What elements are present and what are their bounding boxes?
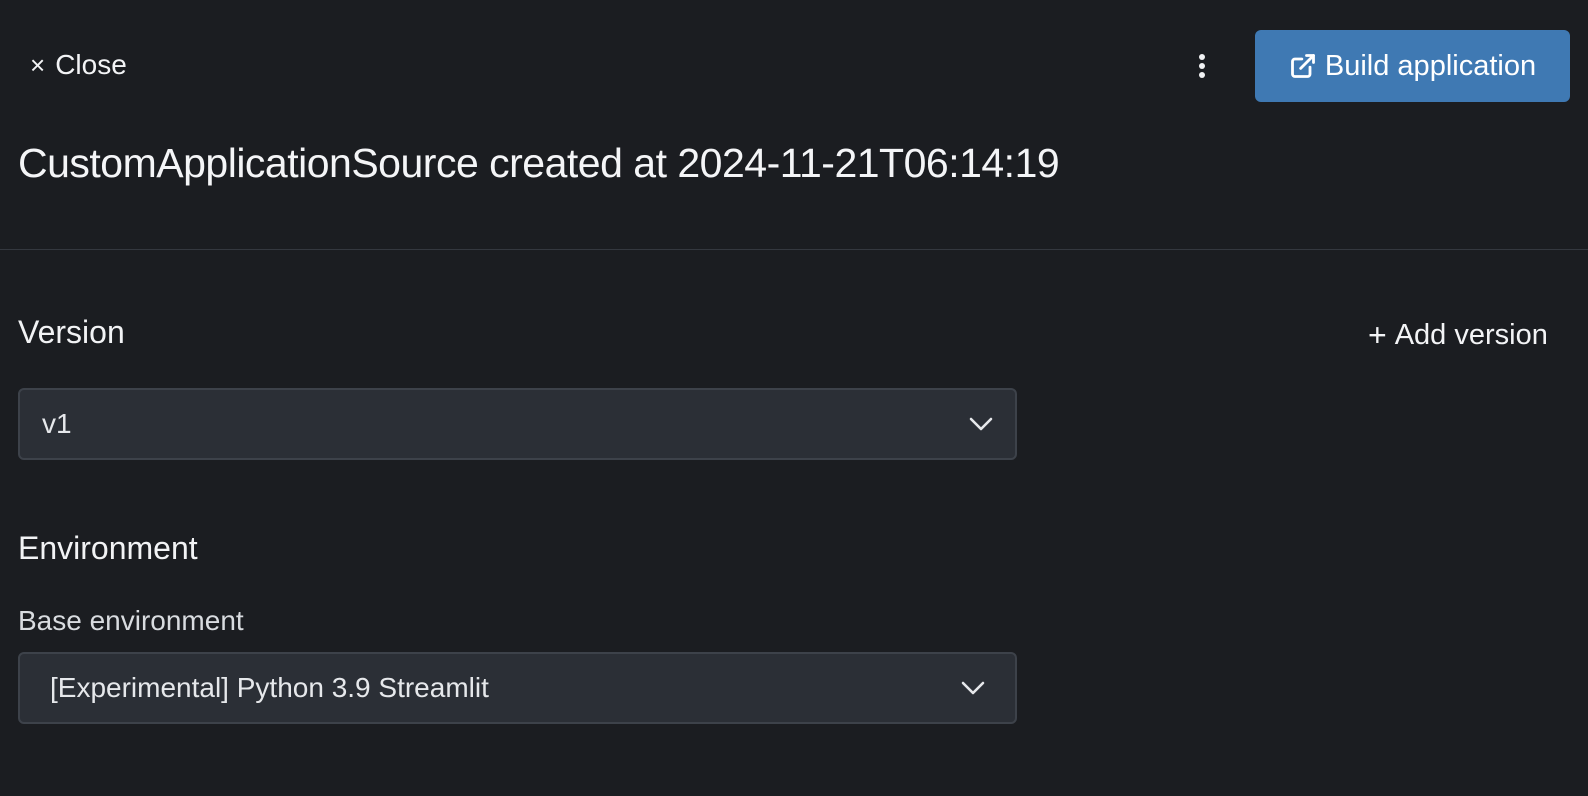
plus-icon: + bbox=[1368, 317, 1387, 353]
add-version-label: Add version bbox=[1394, 318, 1548, 351]
base-environment-select[interactable]: [Experimental] Python 3.9 Streamlit bbox=[18, 652, 1017, 724]
chevron-down-icon bbox=[969, 417, 993, 431]
page-title: CustomApplicationSource created at 2024-… bbox=[18, 140, 1060, 186]
close-button[interactable]: × Close bbox=[30, 45, 127, 85]
add-version-button[interactable]: + Add version bbox=[1368, 315, 1548, 355]
close-label: Close bbox=[55, 49, 127, 80]
kebab-vertical-icon bbox=[1199, 54, 1205, 78]
environment-heading: Environment bbox=[18, 530, 198, 566]
close-icon: × bbox=[30, 50, 46, 80]
version-select[interactable]: v1 bbox=[18, 388, 1017, 460]
base-environment-value: [Experimental] Python 3.9 Streamlit bbox=[50, 672, 489, 703]
more-options-button[interactable] bbox=[1182, 46, 1222, 86]
chevron-down-icon bbox=[961, 681, 985, 695]
build-application-label: Build application bbox=[1324, 49, 1537, 82]
external-link-icon bbox=[1290, 54, 1315, 78]
version-heading: Version bbox=[18, 314, 125, 350]
header-divider bbox=[0, 249, 1588, 250]
version-select-value: v1 bbox=[42, 408, 72, 439]
base-environment-label: Base environment bbox=[18, 605, 244, 636]
build-application-button[interactable]: Build application bbox=[1255, 30, 1570, 102]
